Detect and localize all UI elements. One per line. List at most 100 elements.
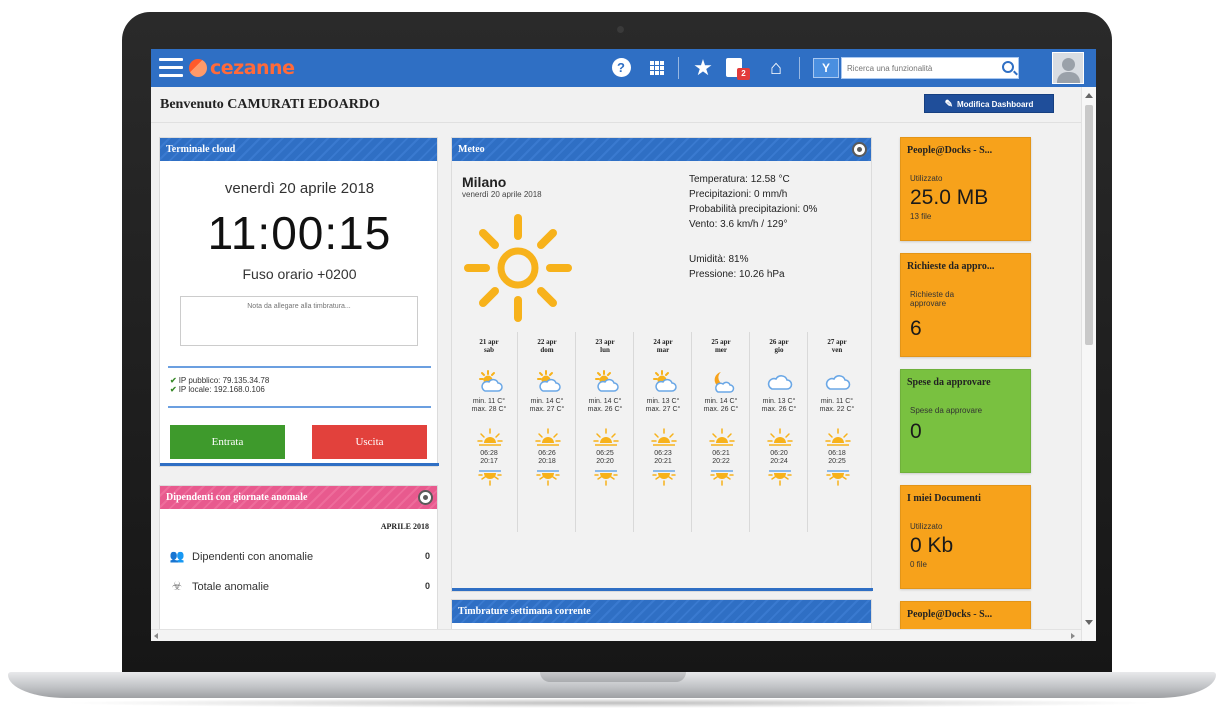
tile-value: 0 [910,420,922,443]
panel-title-text: Meteo [458,144,485,155]
temperature: Temperatura: 12.58 °C [689,174,790,185]
list-item[interactable]: 👥 Dipendenti con anomalie 0 [168,546,430,566]
forecast-day-name: ven [831,346,843,354]
temp-min: min. 11 C° [472,398,506,405]
ip-public: ✔ IP pubblico: 79.135.34.78 [170,376,269,385]
search-icon[interactable] [1002,61,1014,73]
user-avatar[interactable] [1052,52,1084,84]
panel-title: Dipendenti con giornate anomale [160,486,437,509]
sun-times: 06:18 20:25 [808,450,866,466]
help-icon[interactable]: ? [609,56,633,80]
tile-title: People@Docks - S... [907,609,993,620]
panel-bottom-bar [452,588,873,591]
sunrise-time: 06:23 [654,450,672,457]
forecast-day: 26 apr gio min. 13 C° max. 26 C° 06:20 20:24 [750,332,808,532]
forecast-day: 23 apr lun min. 14 C° max. 26 C° 06:25 20:20 [576,332,634,532]
meteo-panel: Meteo Milano venerdì 20 aprile 2018 Temp… [451,137,873,592]
sunset-icon [709,469,735,487]
tile-subtitle: Utilizzato [910,522,943,531]
list-item[interactable]: ☣ Totale anomalie 0 [168,576,430,596]
sunset-icon [825,469,851,487]
scroll-thumb[interactable] [1085,105,1093,345]
forecast-list: 21 apr sab min. 11 C° max. 28 C° 06:28 20:17 2… [460,332,866,532]
forecast-day: 21 apr sab min. 11 C° max. 28 C° 06:28 20:17 [460,332,518,532]
sunset-time: 20:22 [712,458,730,465]
laptop-notch [540,672,686,682]
temp-min: min. 14 C° [530,398,564,405]
cezanne-logo[interactable]: cezanne [189,57,295,79]
sunset-time: 20:24 [770,458,788,465]
temp-min: min. 11 C° [820,398,854,405]
wind: Vento: 3.6 km/h / 129° [689,219,788,230]
home-icon[interactable]: ⌂ [764,56,788,80]
horizontal-scrollbar[interactable] [151,629,1081,641]
tile-title: Richieste da appro... [907,261,995,272]
tile-subtitle: Utilizzato [910,174,943,183]
city-name: Milano [462,174,507,190]
precipitation: Precipitazioni: 0 mm/h [689,189,788,200]
sunset-time: 20:20 [596,458,614,465]
sunset-icon [651,469,677,487]
gear-icon[interactable] [852,142,867,157]
sunrise-icon [825,428,851,448]
row-value: 0 [424,551,430,561]
favorites-star-icon[interactable]: ★ [691,56,715,80]
sunrise-icon [709,428,735,448]
modify-dashboard-button[interactable]: ✎ Modifica Dashboard [924,94,1054,113]
ip-local-text: IP locale: 192.168.0.106 [178,385,265,394]
webcam [617,26,624,33]
scroll-down-arrow[interactable] [1085,620,1093,625]
tile-subtitle: Richieste da approvare [910,290,955,308]
scroll-left-arrow[interactable] [154,633,158,639]
cloud-icon [767,370,793,394]
gear-icon[interactable] [418,490,433,505]
search-input[interactable] [842,58,992,79]
forecast-date: 26 apr gio [750,338,808,354]
clock-time: 11:00:15 [207,207,392,259]
timezone-label: Fuso orario +0200 [242,266,357,282]
temp-min: min. 14 C° [704,398,738,405]
sun-times: 06:28 20:17 [460,450,518,466]
tile-documenti[interactable]: I miei Documenti Utilizzato 0 Kb 0 file [900,485,1031,589]
help-glyph: ? [611,58,631,77]
divider [168,366,431,368]
clock-note-field[interactable] [180,296,418,346]
forecast-date: 22 apr dom [518,338,576,354]
forecast-day-date: 27 apr [827,338,847,346]
tile-value: 0 Kb [910,534,954,557]
forecast-temps: min. 11 C° max. 22 C° [808,398,866,414]
search-filter-button[interactable]: Y [813,58,839,78]
sun-times: 06:23 20:21 [634,450,692,466]
forecast-day: 25 apr mer min. 14 C° max. 26 C° 06:21 20:22 [692,332,750,532]
uscita-button[interactable]: Uscita [312,425,427,459]
forecast-day-name: mer [714,346,728,354]
tile-note: 13 file [910,212,932,221]
tile-richieste[interactable]: Richieste da appro... Richieste da appro… [900,253,1031,357]
menu-icon[interactable] [159,58,183,78]
weather-stats-2: Umidità: 81% Pressione: 10.26 hPa [689,252,785,282]
tile-spese[interactable]: Spese da approvare Spese da approvare 0 [900,369,1031,473]
sunrise-time: 06:20 [770,450,788,457]
forecast-day: 27 apr ven min. 11 C° max. 22 C° 06:18 20:25 [808,332,866,532]
tasks-icon[interactable]: 2 [724,56,750,80]
ip-public-text: IP pubblico: 79.135.34.78 [178,376,270,385]
temp-min: min. 13 C° [762,398,796,405]
scroll-up-arrow[interactable] [1085,93,1093,98]
forecast-temps: min. 13 C° max. 26 C° [750,398,808,414]
vertical-scrollbar[interactable] [1081,87,1096,641]
tile-people-docks[interactable]: People@Docks - S... Utilizzato 25.0 MB 1… [900,137,1031,241]
forecast-day-date: 23 apr [595,338,615,346]
apps-grid-icon[interactable] [645,56,669,80]
temp-min: min. 13 C° [646,398,680,405]
forecast-date: 27 apr ven [808,338,866,354]
sunset-icon [535,469,561,487]
pressure: Pressione: 10.26 hPa [689,269,785,280]
sun-cloud-icon [651,370,677,394]
modify-dashboard-label: Modifica Dashboard [956,100,1034,109]
temp-max: max. 22 C° [819,406,855,413]
sunset-time: 20:18 [538,458,556,465]
search-box [841,57,1019,79]
scroll-right-arrow[interactable] [1071,633,1075,639]
tasks-badge: 2 [737,68,750,80]
entrata-button[interactable]: Entrata [170,425,285,459]
